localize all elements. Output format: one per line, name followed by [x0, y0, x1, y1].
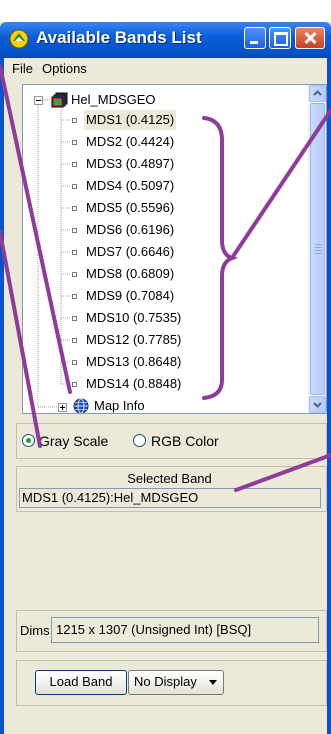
band-leaf-icon [72, 250, 77, 255]
menu-bar: File Options [4, 58, 327, 80]
load-band-button[interactable]: Load Band [35, 670, 127, 695]
band-item[interactable]: MDS12 (0.7785) [86, 330, 181, 350]
band-item[interactable]: MDS3 (0.4897) [86, 154, 174, 174]
maximize-button[interactable] [269, 27, 291, 49]
map-info-expand-toggle[interactable] [58, 403, 67, 412]
band-leaf-icon [72, 316, 77, 321]
title-bar[interactable]: Available Bands List [0, 22, 331, 58]
available-bands-window: Available Bands List File Options Hel_MD… [0, 0, 331, 734]
top-background [0, 0, 331, 22]
band-leaf-icon [72, 382, 77, 387]
display-dropdown-value: No Display [134, 674, 197, 689]
tree-vertical-scrollbar[interactable] [308, 85, 326, 413]
band-item[interactable]: MDS1 (0.4125) [84, 110, 177, 130]
window-border-right [327, 58, 331, 734]
scroll-down-button[interactable] [309, 396, 326, 413]
envi-logo-icon [9, 29, 29, 49]
band-item[interactable]: MDS5 (0.5596) [86, 198, 174, 218]
root-collapse-toggle[interactable] [34, 96, 43, 105]
band-leaf-icon [72, 294, 77, 299]
rgb-color-radio[interactable] [133, 434, 146, 447]
band-item[interactable]: MDS9 (0.7084) [86, 286, 174, 306]
scroll-thumb[interactable] [310, 103, 325, 395]
scroll-up-button[interactable] [309, 85, 326, 102]
dims-label: Dims [20, 623, 50, 638]
menu-file[interactable]: File [12, 61, 33, 76]
chevron-down-icon [313, 402, 322, 408]
band-item[interactable]: MDS4 (0.5097) [86, 176, 174, 196]
window-title: Available Bands List [36, 28, 202, 47]
selected-band-field: MDS1 (0.4125):Hel_MDSGEO [19, 488, 321, 508]
band-leaf-icon [72, 118, 77, 123]
tree-root-label[interactable]: Hel_MDSGEO [71, 90, 156, 110]
action-button-group: Load Band No Display [16, 660, 327, 706]
band-leaf-icon [72, 272, 77, 277]
band-item[interactable]: MDS8 (0.6809) [86, 264, 174, 284]
band-tree[interactable]: Hel_MDSGEO MDS1 (0.4125) MDS2 (0.4424) MDS… [22, 84, 327, 414]
file-stack-icon [51, 92, 68, 108]
menu-options[interactable]: Options [42, 61, 87, 76]
band-item[interactable]: MDS7 (0.6646) [86, 242, 174, 262]
dims-field: 1215 x 1307 (Unsigned Int) [BSQ] [51, 617, 319, 643]
selected-band-group: Selected Band MDS1 (0.4125):Hel_MDSGEO [16, 466, 327, 512]
display-dropdown[interactable]: No Display [128, 670, 224, 695]
band-leaf-icon [72, 360, 77, 365]
band-leaf-icon [72, 206, 77, 211]
gray-scale-radio[interactable] [22, 434, 35, 447]
band-leaf-icon [72, 228, 77, 233]
band-item[interactable]: MDS13 (0.8648) [86, 352, 181, 372]
band-item[interactable]: MDS2 (0.4424) [86, 132, 174, 152]
gray-scale-label[interactable]: Gray Scale [39, 433, 108, 449]
dims-group: Dims 1215 x 1307 (Unsigned Int) [BSQ] [16, 610, 327, 652]
map-info-label[interactable]: Map Info [94, 396, 145, 413]
window-border-left [0, 58, 4, 734]
rgb-color-label[interactable]: RGB Color [151, 433, 219, 449]
minimize-button[interactable] [244, 27, 266, 49]
band-leaf-icon [72, 338, 77, 343]
band-item[interactable]: MDS6 (0.6196) [86, 220, 174, 240]
dropdown-arrow-icon [209, 680, 217, 685]
band-item[interactable]: MDS10 (0.7535) [86, 308, 181, 328]
close-button[interactable] [295, 27, 325, 49]
selected-band-title: Selected Band [127, 471, 212, 486]
globe-icon [73, 398, 89, 413]
band-leaf-icon [72, 140, 77, 145]
band-item[interactable]: MDS14 (0.8848) [86, 374, 181, 394]
display-mode-group: Gray Scale RGB Color [16, 423, 327, 459]
chevron-up-icon [313, 90, 322, 96]
band-leaf-icon [72, 162, 77, 167]
band-leaf-icon [72, 184, 77, 189]
